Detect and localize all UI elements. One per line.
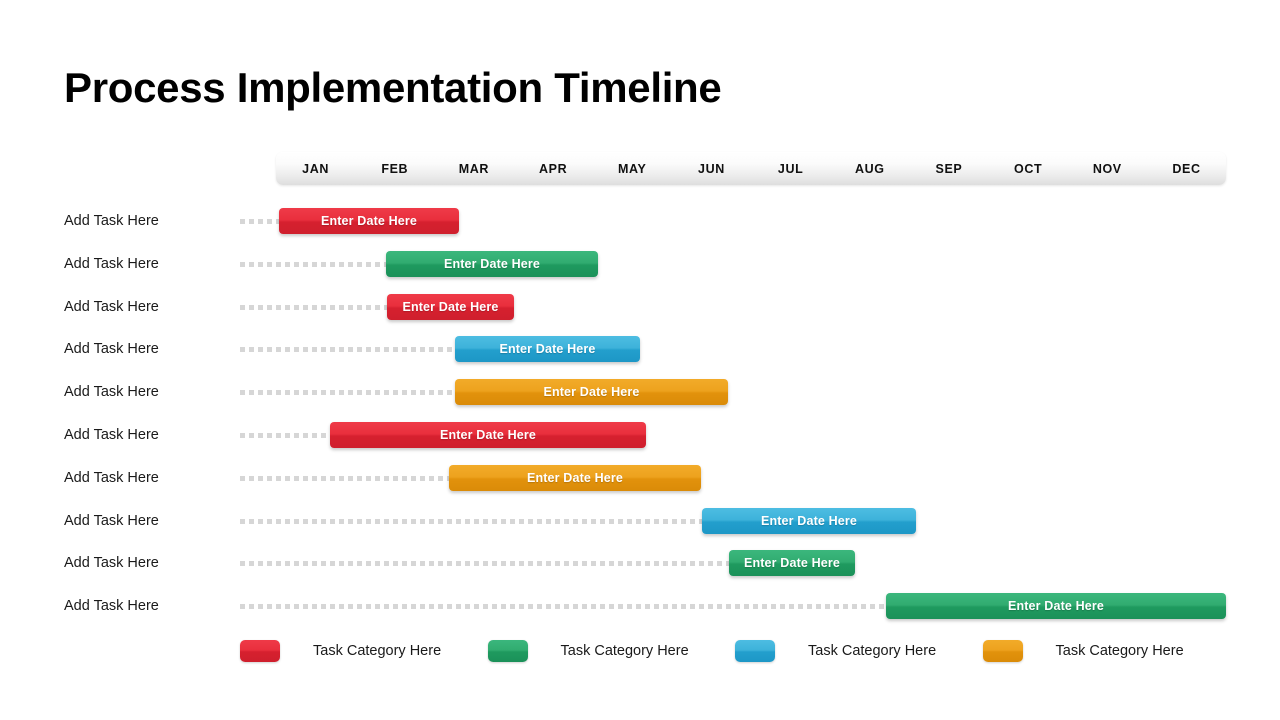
gantt-bar-red[interactable]: Enter Date Here (279, 208, 459, 234)
task-label[interactable]: Add Task Here (64, 591, 159, 621)
gantt-row: Add Task Here Enter Date Here (0, 548, 1280, 578)
legend-swatch-green (487, 640, 528, 662)
gantt-row: Add Task Here Enter Date Here (0, 334, 1280, 364)
leader-line (240, 347, 455, 352)
gantt-bar-blue[interactable]: Enter Date Here (702, 508, 916, 534)
slide-canvas: Process Implementation Timeline JAN FEB MA… (0, 0, 1280, 720)
legend-swatch-red (240, 640, 280, 662)
gantt-row: Add Task Here Enter Date Here (0, 463, 1280, 493)
legend-label: Task Category Here (808, 643, 937, 659)
gantt-bar-label: Enter Date Here (1007, 599, 1105, 613)
leader-line (240, 219, 279, 224)
gantt-bar-green[interactable]: Enter Date Here (729, 550, 855, 576)
gantt-rows-container: Add Task Here Enter Date Here Add Task Her… (0, 0, 1280, 720)
legend: Task Category Here Task Category Here Task… (240, 639, 1230, 663)
legend-item[interactable]: Task Category Here (982, 640, 1231, 662)
leader-line (240, 604, 886, 609)
gantt-bar-label: Enter Date Here (526, 471, 624, 485)
leader-line (240, 305, 387, 310)
task-label[interactable]: Add Task Here (64, 206, 159, 236)
gantt-bar-label: Enter Date Here (760, 514, 858, 528)
gantt-row: Add Task Here Enter Date Here (0, 292, 1280, 322)
gantt-bar-label: Enter Date Here (443, 257, 541, 271)
task-label[interactable]: Add Task Here (64, 249, 159, 279)
gantt-row: Add Task Here Enter Date Here (0, 420, 1280, 450)
gantt-bar-red[interactable]: Enter Date Here (387, 294, 514, 320)
leader-line (240, 519, 702, 524)
gantt-bar-label: Enter Date Here (499, 342, 596, 356)
legend-item[interactable]: Task Category Here (735, 640, 983, 662)
legend-label: Task Category Here (1055, 643, 1184, 659)
gantt-bar-red[interactable]: Enter Date Here (330, 422, 646, 448)
legend-label: Task Category Here (560, 643, 689, 659)
legend-item[interactable]: Task Category Here (487, 640, 736, 662)
gantt-bar-orange[interactable]: Enter Date Here (455, 379, 728, 405)
leader-line (240, 262, 386, 267)
leader-line (240, 561, 729, 566)
gantt-bar-label: Enter Date Here (320, 214, 418, 228)
gantt-bar-blue[interactable]: Enter Date Here (455, 336, 640, 362)
gantt-bar-green[interactable]: Enter Date Here (886, 593, 1226, 619)
gantt-row: Add Task Here Enter Date Here (0, 377, 1280, 407)
gantt-bar-label: Enter Date Here (543, 385, 640, 399)
gantt-row: Add Task Here Enter Date Here (0, 591, 1280, 621)
gantt-bar-green[interactable]: Enter Date Here (386, 251, 598, 277)
legend-swatch-orange (982, 640, 1023, 662)
task-label[interactable]: Add Task Here (64, 506, 159, 536)
legend-item[interactable]: Task Category Here (240, 640, 488, 662)
leader-line (240, 476, 449, 481)
gantt-row: Add Task Here Enter Date Here (0, 206, 1280, 236)
task-label[interactable]: Add Task Here (64, 377, 159, 407)
gantt-bar-label: Enter Date Here (402, 300, 499, 314)
legend-label: Task Category Here (313, 643, 442, 659)
task-label[interactable]: Add Task Here (64, 334, 159, 364)
task-label[interactable]: Add Task Here (64, 463, 159, 493)
leader-line (240, 390, 455, 395)
gantt-bar-label: Enter Date Here (439, 428, 537, 442)
gantt-row: Add Task Here Enter Date Here (0, 249, 1280, 279)
gantt-bar-label: Enter Date Here (743, 556, 841, 570)
gantt-bar-orange[interactable]: Enter Date Here (449, 465, 701, 491)
legend-swatch-blue (735, 640, 775, 662)
task-label[interactable]: Add Task Here (64, 548, 159, 578)
leader-line (240, 433, 330, 438)
gantt-row: Add Task Here Enter Date Here (0, 506, 1280, 536)
task-label[interactable]: Add Task Here (64, 292, 159, 322)
task-label[interactable]: Add Task Here (64, 420, 159, 450)
